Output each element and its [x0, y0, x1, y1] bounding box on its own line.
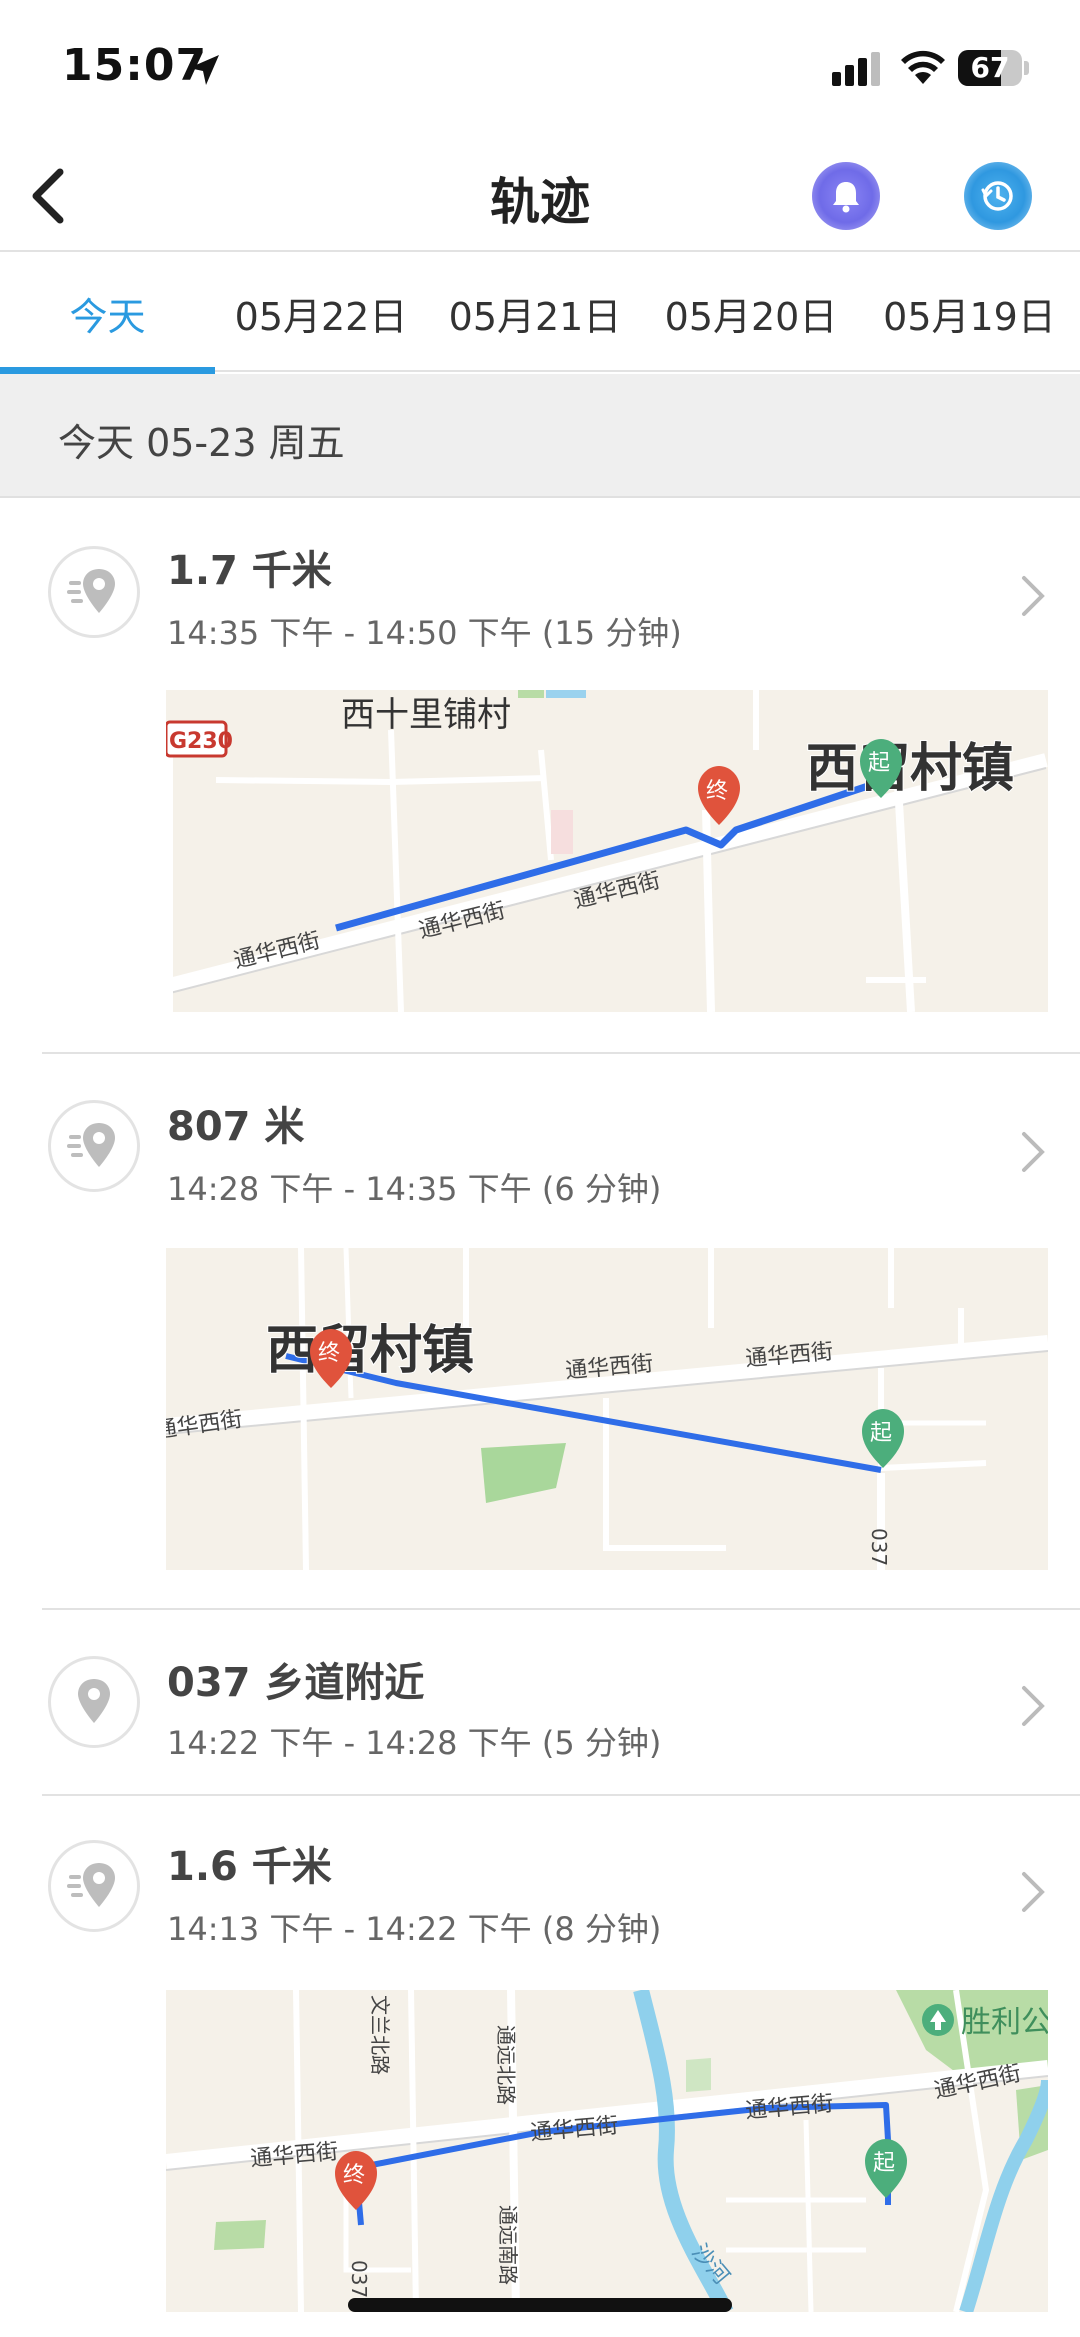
record-time-range: 14:35 下午 - 14:50 下午 (15 分钟) [167, 614, 682, 652]
route-map[interactable]: 胜利公 文兰北路 通远北路 通远南路 通华西街 通华西街 通华西街 通华西街 沙… [166, 1990, 1048, 2312]
end-marker: 终 [318, 1341, 340, 1366]
start-marker: 起 [868, 751, 890, 776]
active-tab-indicator [0, 367, 215, 374]
bell-icon [833, 182, 859, 213]
map-label: 037 [867, 1528, 891, 1566]
tab-label: 05月20日 [664, 294, 838, 339]
map-label: 西留村镇 [806, 739, 1014, 799]
start-marker: 起 [873, 2151, 895, 2176]
record-distance: 1.6 千米 [167, 1844, 332, 1890]
start-marker: 起 [870, 1421, 892, 1446]
track-record-2[interactable]: 807 米 14:28 下午 - 14:35 下午 (6 分钟) 西留村镇 通华… [0, 1054, 1080, 1608]
wifi-icon [901, 50, 945, 84]
tab-05-22[interactable]: 05月22日 [215, 254, 427, 372]
notification-bell-button[interactable] [812, 162, 880, 230]
record-place: 037 乡道附近 [167, 1660, 425, 1706]
route-map[interactable]: G230 西十里铺村 西留村镇 通华西街 通华西街 通华西街 终 起 [166, 690, 1048, 1012]
battery-level: 67 [970, 51, 1010, 84]
map-label: 通远北路 [494, 2025, 518, 2105]
tab-label: 05月22日 [234, 294, 408, 339]
track-record-3[interactable]: 037 乡道附近 14:22 下午 - 14:28 下午 (5 分钟) [0, 1610, 1080, 1794]
date-tabs: 今天 05月22日 05月21日 05月20日 05月19日 [0, 254, 1080, 374]
map-label: 胜利公 [961, 2005, 1048, 2040]
route-map[interactable]: 西留村镇 通华西街 通华西街 通华西街 037 终 起 [166, 1248, 1048, 1570]
map-label: 037 [347, 2260, 371, 2298]
page-title: 轨迹 [490, 173, 590, 231]
status-bar: 15:07 67 [0, 0, 1080, 140]
track-record-1[interactable]: 1.7 千米 14:35 下午 - 14:50 下午 (15 分钟) G230 … [0, 500, 1080, 1052]
map-label: 通远南路 [496, 2205, 520, 2285]
tab-05-20[interactable]: 05月20日 [643, 254, 859, 372]
record-time-range: 14:28 下午 - 14:35 下午 (6 分钟) [167, 1170, 662, 1208]
history-clock-icon [981, 181, 1013, 211]
track-record-4[interactable]: 1.6 千米 14:13 下午 - 14:22 下午 (8 分钟) 胜利公 文兰… [0, 1796, 1080, 2337]
history-button[interactable] [964, 162, 1032, 230]
end-marker: 终 [706, 779, 728, 804]
map-label: 西十里铺村 [341, 695, 511, 735]
record-time-range: 14:22 下午 - 14:28 下午 (5 分钟) [167, 1724, 662, 1762]
track-pin-icon [48, 1840, 140, 1932]
map-label: 文兰北路 [368, 1995, 392, 2075]
day-header-label: 今天 05-23 周五 [58, 421, 345, 465]
map-label: 西留村镇 [266, 1321, 474, 1381]
track-pin-icon [48, 1100, 140, 1192]
location-arrow-icon [189, 55, 219, 85]
tab-05-21[interactable]: 05月21日 [427, 254, 643, 372]
record-time-range: 14:13 下午 - 14:22 下午 (8 分钟) [167, 1910, 662, 1948]
nav-bar: 轨迹 [0, 140, 1080, 252]
chevron-right-icon [1022, 1872, 1045, 1912]
record-distance: 1.7 千米 [167, 548, 332, 594]
tab-05-19[interactable]: 05月19日 [859, 254, 1080, 372]
location-pin-icon [48, 1656, 140, 1748]
cellular-signal-icon [832, 52, 880, 86]
chevron-right-icon [1022, 1132, 1045, 1172]
tab-label: 05月19日 [883, 294, 1056, 339]
chevron-right-icon [1022, 576, 1045, 616]
day-section-header: 今天 05-23 周五 [0, 374, 1080, 498]
map-label: G230 [169, 729, 233, 754]
record-distance: 807 米 [167, 1104, 305, 1150]
back-button[interactable] [18, 158, 88, 234]
track-pin-icon [48, 546, 140, 638]
end-marker: 终 [343, 2163, 365, 2188]
home-indicator[interactable] [348, 2298, 732, 2312]
tab-label: 05月21日 [448, 294, 622, 339]
battery-icon: 67 [958, 50, 1030, 86]
tab-today[interactable]: 今天 [0, 254, 215, 374]
tab-label: 今天 [69, 294, 146, 339]
chevron-right-icon [1022, 1686, 1045, 1726]
